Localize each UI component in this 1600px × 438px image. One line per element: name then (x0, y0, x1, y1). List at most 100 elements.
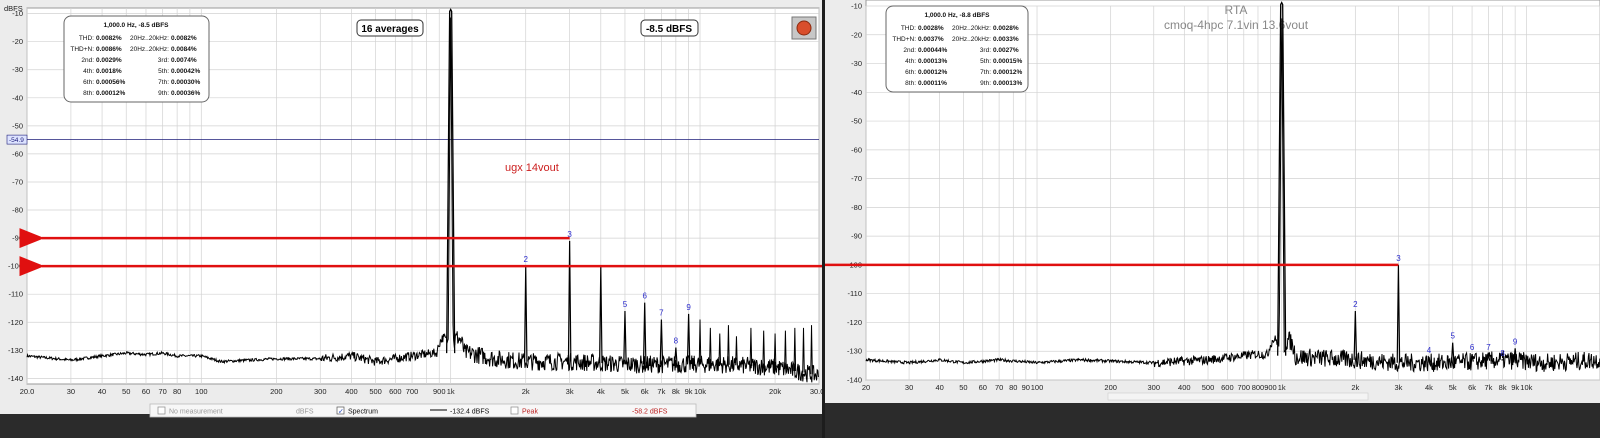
y-tick-label: -40 (12, 93, 23, 102)
left-legend-bar: No measurement dBFS ✓ Spectrum -132.4 dB… (149, 403, 697, 418)
no-measurement-checkbox[interactable] (157, 406, 166, 415)
y-tick-label: -120 (8, 318, 23, 327)
stat-label: 9th: (158, 90, 169, 97)
no-measurement-label: No measurement (169, 409, 223, 416)
panel-divider (822, 0, 825, 438)
x-tick-label: 60 (979, 383, 987, 392)
x-tick-label: 20k (769, 387, 781, 396)
spectrum-value: -132.4 dBFS (450, 409, 490, 416)
stat-label: 6th: (905, 69, 916, 76)
x-tick-label: 9k (1511, 383, 1519, 392)
left-averages-badge: 16 averages (356, 19, 424, 37)
peak-value: -58.2 dBFS (632, 409, 668, 416)
harmonic-label: 9 (1513, 337, 1518, 346)
stat-value: 0.00012% (993, 69, 1022, 76)
x-tick-label: 40 (98, 387, 106, 396)
x-tick-label: 7k (657, 387, 665, 396)
stat-value: 0.0074% (171, 57, 197, 64)
left-y-axis-label: dBFS (4, 4, 23, 13)
harmonic-label: 6 (642, 292, 647, 301)
peak-checkbox[interactable] (510, 406, 519, 415)
stat-value: 0.0018% (96, 68, 122, 75)
record-stop-button[interactable] (791, 16, 817, 40)
left-marker-value: -54.9 (9, 137, 24, 144)
x-tick-label: 5k (621, 387, 629, 396)
legend-bar-box (149, 403, 697, 418)
x-tick-label: 100 (195, 387, 208, 396)
left-stats-header: 1,000.0 Hz, -8.5 dBFS (103, 22, 169, 29)
x-tick-label: 4k (597, 387, 605, 396)
peak-label: Peak (522, 409, 538, 416)
stat-label: 7th: (158, 79, 169, 86)
x-tick-label: 60 (142, 387, 150, 396)
stat-value: 0.0028% (918, 25, 944, 32)
left-stats-panel: 1,000.0 Hz, -8.5 dBFS THD: 0.0082% 20Hz..2… (63, 15, 210, 103)
x-tick-label: 300 (314, 387, 327, 396)
harmonic-label: 7 (659, 308, 664, 317)
stat-value: 0.00030% (171, 79, 200, 86)
stat-value: 0.00013% (993, 80, 1022, 87)
y-tick-label: -50 (851, 117, 862, 126)
y-tick-label: -110 (848, 289, 862, 298)
x-tick-label: 600 (389, 387, 402, 396)
x-tick-label: 6k (641, 387, 649, 396)
y-tick-label: -100 (8, 262, 23, 271)
x-tick-label: 7k (1484, 383, 1492, 392)
right-rta-panel: -10-20-30-40-50-60-70-80-90-100-110-120-… (825, 0, 1600, 403)
y-tick-label: -30 (12, 65, 23, 74)
x-tick-label: 100 (1031, 383, 1044, 392)
y-tick-label: -20 (851, 30, 862, 39)
x-tick-label: 300 (1147, 383, 1160, 392)
right-stats-header: 1,000.0 Hz, -8.8 dBFS (924, 12, 990, 19)
x-tick-label: 40 (935, 383, 943, 392)
spectrum-label: Spectrum (348, 409, 378, 416)
x-tick-label: 8k (1499, 383, 1507, 392)
x-tick-label: 200 (1104, 383, 1117, 392)
stat-label: 20Hz..20kHz: (952, 25, 991, 32)
y-tick-label: -80 (12, 206, 23, 215)
y-tick-label: -80 (851, 203, 862, 212)
y-tick-label: -60 (851, 145, 862, 154)
stat-label: 20Hz..20kHz: (130, 35, 169, 42)
stat-value: 0.00012% (918, 69, 947, 76)
x-tick-label: 30 (67, 387, 75, 396)
right-chart-title: RTA (1225, 3, 1248, 17)
harmonic-label: 5 (1450, 332, 1455, 341)
harmonic-label: 7 (1486, 343, 1491, 352)
stat-label: 2nd: (81, 57, 94, 64)
stat-label: THD: (79, 35, 94, 42)
stat-label: 8th: (83, 90, 94, 97)
record-stop-icon[interactable] (796, 20, 812, 36)
stat-label: 20Hz..20kHz: (952, 36, 991, 43)
y-tick-label: -110 (9, 290, 23, 299)
rta-screenshot: -10 -20 -30 -40 -50 -60 -70 -80 -90 -100 -110 -120 -… (0, 0, 1600, 438)
y-tick-label: -90 (851, 232, 862, 241)
harmonic-label: 8 (1500, 349, 1505, 358)
x-tick-label: 600 (1221, 383, 1234, 392)
stat-value: 0.00011% (918, 80, 947, 87)
stat-value: 0.00012% (96, 90, 125, 97)
y-tick-label: -50 (12, 121, 23, 130)
x-tick-label: 20 (862, 383, 870, 392)
stat-label: 3rd: (158, 57, 169, 64)
x-tick-label: 2k (522, 387, 530, 396)
stat-label: THD+N: (892, 36, 916, 43)
harmonic-label: 4 (1427, 346, 1432, 355)
x-tick-label: 400 (345, 387, 358, 396)
stat-value: 0.0082% (171, 35, 197, 42)
stat-label: 4th: (83, 68, 94, 75)
x-tick-label: 4k (1425, 383, 1433, 392)
x-tick-label: 90 (1022, 383, 1030, 392)
stat-value: 0.0028% (993, 25, 1019, 32)
stat-value: 0.00044% (918, 47, 947, 54)
x-tick-label: 70 (995, 383, 1003, 392)
stat-label: 8th: (905, 80, 916, 87)
x-tick-label: 800 (1252, 383, 1265, 392)
left-rta-panel: -10-20-30-40-50-60-70-80-90-100-110-120-… (0, 0, 830, 418)
stat-value: 0.0086% (96, 46, 122, 53)
y-tick-label: -70 (851, 174, 862, 183)
x-tick-label: 200 (270, 387, 283, 396)
x-tick-label: 900 (433, 387, 446, 396)
y-tick-label: -30 (851, 59, 862, 68)
y-tick-label: -70 (12, 177, 23, 186)
